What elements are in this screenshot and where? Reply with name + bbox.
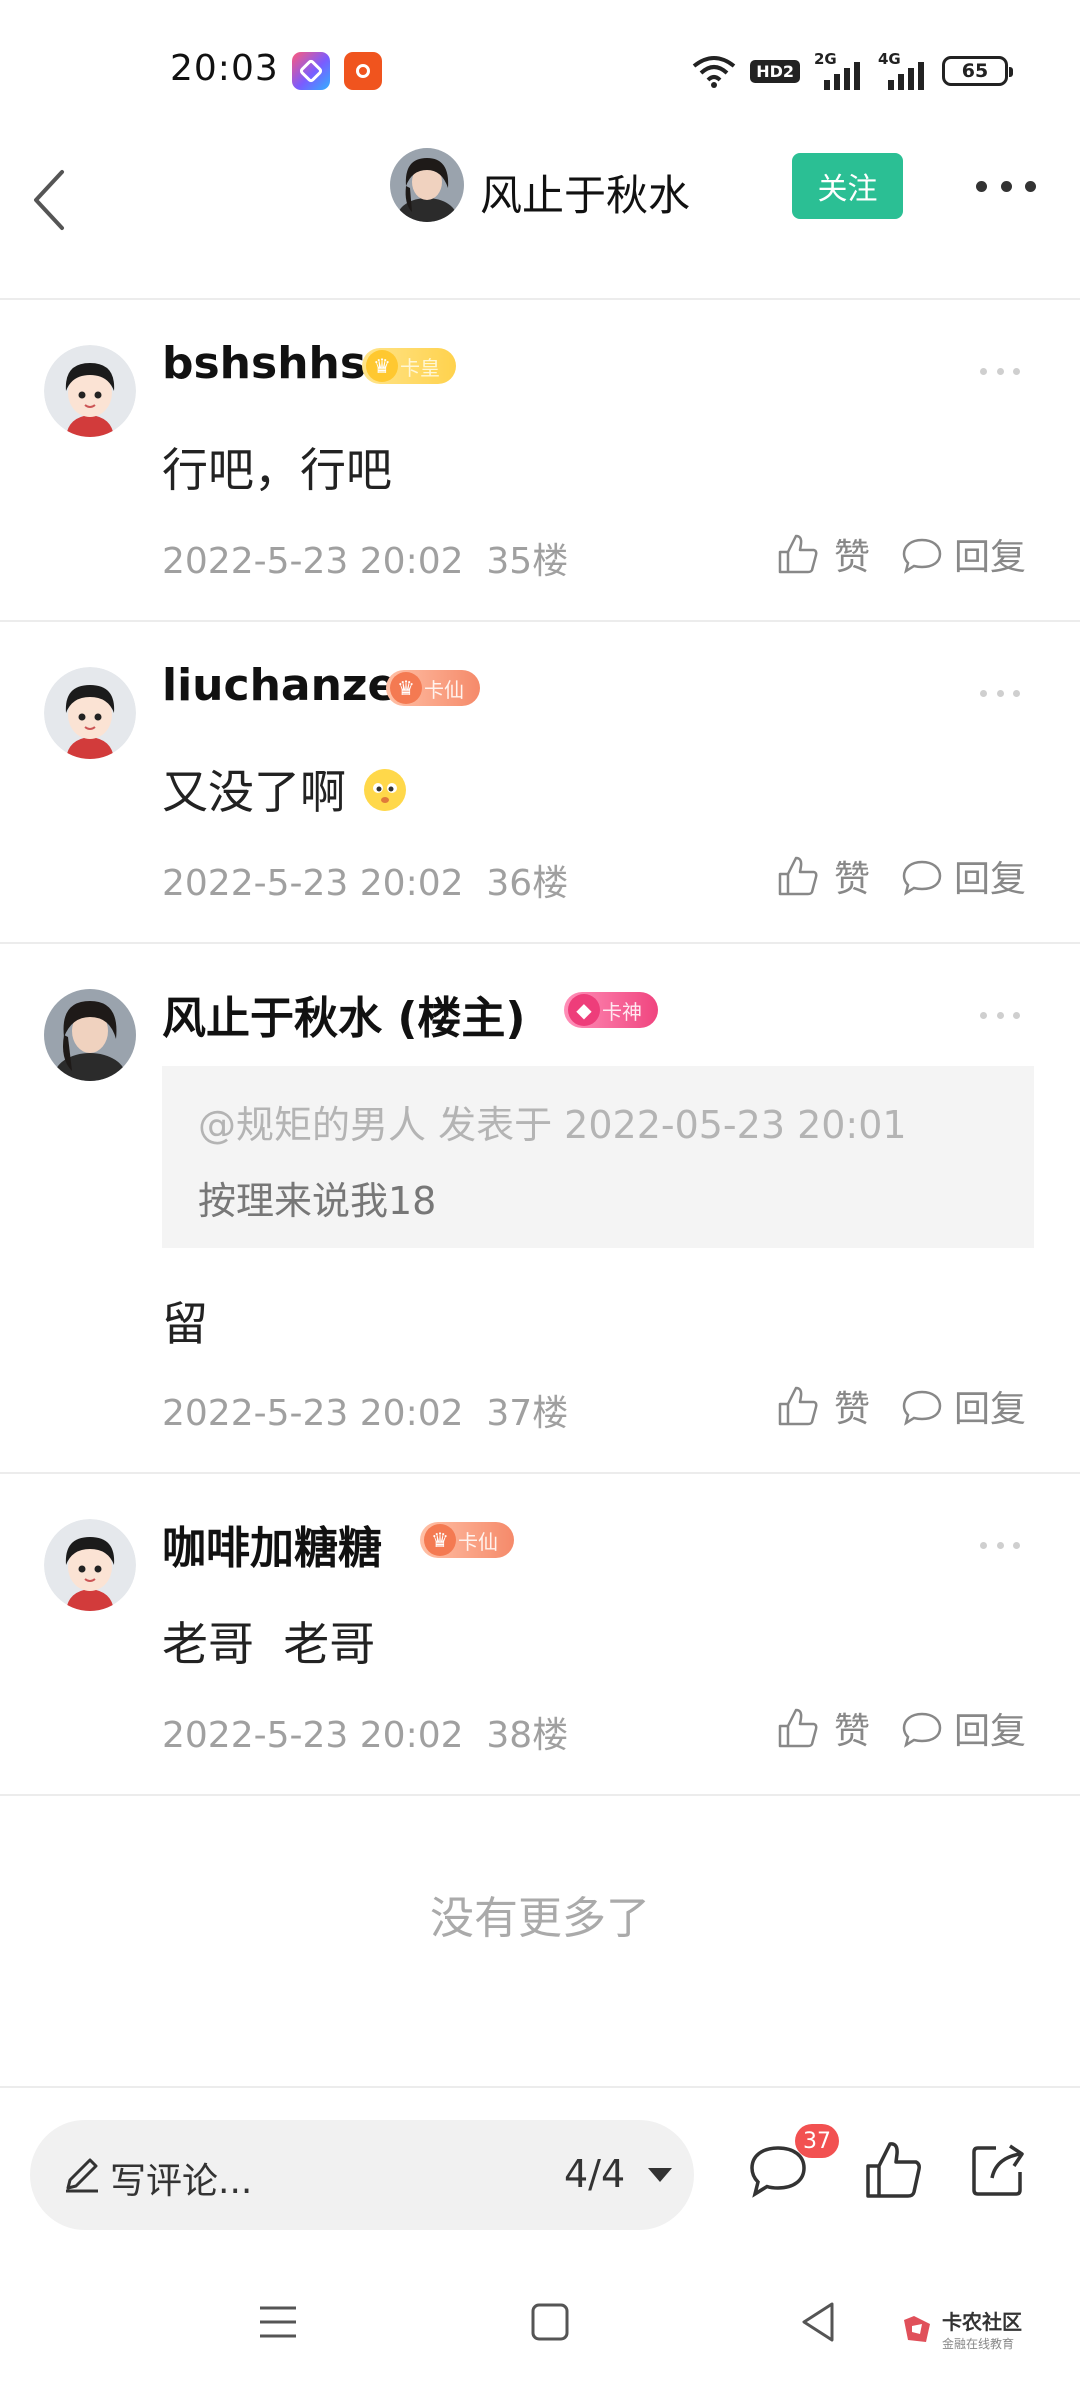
back-nav-icon[interactable] <box>798 2300 838 2344</box>
author-name[interactable]: 风止于秋水 <box>480 162 690 223</box>
bottom-action-bar: 写评论... 4/4 37 <box>0 2086 1080 2242</box>
hd-voice-icon: HD2 <box>750 59 800 83</box>
app-notification-icon <box>292 52 330 90</box>
comment-count-badge: 37 <box>795 2124 839 2158</box>
like-button[interactable]: 赞 <box>776 528 870 580</box>
like-post-button[interactable] <box>862 2138 926 2202</box>
comment-item: 咖啡加糖糖 ♛ 卡仙 老哥 老哥 2022-5-23 20:02 38楼 赞 回… <box>0 1474 1080 1796</box>
more-options-button[interactable] <box>976 174 1036 198</box>
comment-item: 风止于秋水 (楼主) ◆ 卡神 @规矩的男人 发表于 2022-05-23 20… <box>0 944 1080 1474</box>
chat-bubble-icon <box>902 538 942 574</box>
avatar[interactable] <box>44 345 136 437</box>
comment-meta: 2022-5-23 20:02 35楼 <box>162 532 568 584</box>
more-dot-icon <box>976 180 987 192</box>
diamond-icon: ◆ <box>568 994 600 1026</box>
thumbs-up-icon <box>778 534 818 574</box>
signal-2g-icon: 2G <box>814 50 864 90</box>
comment-username[interactable]: 风止于秋水 (楼主) <box>162 982 526 1046</box>
comment-text: 留 <box>162 1297 208 1351</box>
comment-more-button[interactable] <box>980 1542 1020 1552</box>
like-button[interactable]: 赞 <box>776 1380 870 1432</box>
level-badge: ♛ 卡皇 <box>362 348 456 384</box>
crown-icon: ♛ <box>424 1524 456 1556</box>
comment-more-button[interactable] <box>980 368 1020 378</box>
thumbs-up-icon <box>778 1386 818 1426</box>
comment-floor: 37楼 <box>486 1393 569 1434</box>
write-comment-input[interactable]: 写评论... 4/4 <box>30 2120 694 2230</box>
quoted-comment[interactable]: @规矩的男人 发表于 2022-05-23 20:01 按理来说我18 <box>162 1066 1034 1248</box>
comment-datetime: 2022-5-23 20:02 <box>162 863 464 904</box>
back-button[interactable] <box>22 158 92 238</box>
comment-datetime: 2022-5-23 20:02 <box>162 1715 464 1756</box>
comment-username[interactable]: 咖啡加糖糖 <box>162 1512 382 1576</box>
back-arrow-icon <box>34 170 64 230</box>
follow-button[interactable]: 关注 <box>792 153 903 219</box>
quote-header: @规矩的男人 发表于 2022-05-23 20:01 <box>198 1103 907 1147</box>
reply-button[interactable]: 回复 <box>900 1380 1026 1432</box>
comment-text: 行吧，行吧 <box>162 443 392 497</box>
share-button[interactable] <box>966 2138 1030 2202</box>
comment-floor: 35楼 <box>486 541 569 582</box>
kanong-logo-icon <box>904 2316 930 2342</box>
thread-header: 风止于秋水 关注 <box>0 140 1080 300</box>
system-nav-bar: 卡农社区 金融在线教育 <box>0 2242 1080 2400</box>
comment-username[interactable]: liuchanze <box>162 660 397 711</box>
quote-body: 按理来说我18 <box>198 1179 437 1223</box>
status-time: 20:03 <box>170 48 279 89</box>
comment-text: 又没了啊 <box>162 756 409 822</box>
thumbs-up-icon <box>778 1708 818 1748</box>
comment-item: liuchanze ♛ 卡仙 又没了啊 2022-5-23 20:02 36楼 … <box>0 622 1080 944</box>
end-of-list-text: 没有更多了 <box>430 1893 650 1944</box>
status-indicators: HD2 2G 4G 65 <box>692 50 1013 92</box>
comment-more-button[interactable] <box>980 690 1020 700</box>
reply-button[interactable]: 回复 <box>900 1702 1026 1754</box>
thumbs-up-icon <box>778 856 818 896</box>
comment-meta: 2022-5-23 20:02 36楼 <box>162 854 568 906</box>
emoji-icon <box>363 769 406 811</box>
dropdown-caret-icon[interactable] <box>648 2168 672 2182</box>
avatar[interactable] <box>44 989 136 1081</box>
crown-icon: ♛ <box>390 672 422 704</box>
comment-username[interactable]: bshshhs <box>162 338 366 389</box>
avatar[interactable] <box>44 1519 136 1611</box>
comment-more-button[interactable] <box>980 1012 1020 1022</box>
comment-item: bshshhs ♛ 卡皇 行吧，行吧 2022-5-23 20:02 35楼 赞… <box>0 300 1080 622</box>
comment-meta: 2022-5-23 20:02 38楼 <box>162 1706 568 1758</box>
battery-icon: 65 <box>942 56 1013 86</box>
reply-button[interactable]: 回复 <box>900 850 1026 902</box>
avatar[interactable] <box>44 667 136 759</box>
comment-placeholder: 写评论... <box>110 2161 253 2202</box>
like-button[interactable]: 赞 <box>776 850 870 902</box>
comment-floor: 36楼 <box>486 863 569 904</box>
crown-icon: ♛ <box>366 350 398 382</box>
pencil-icon <box>66 2158 98 2193</box>
like-button[interactable]: 赞 <box>776 1702 870 1754</box>
level-badge: ◆ 卡神 <box>564 992 658 1028</box>
comment-datetime: 2022-5-23 20:02 <box>162 541 464 582</box>
reply-button[interactable]: 回复 <box>900 528 1026 580</box>
watermark-logo: 卡农社区 金融在线教育 <box>900 2306 1022 2352</box>
comment-text: 老哥 老哥 <box>162 1617 376 1671</box>
chat-bubble-icon <box>902 1712 942 1748</box>
level-badge: ♛ 卡仙 <box>386 670 480 706</box>
home-nav-icon[interactable] <box>530 2302 570 2342</box>
author-avatar[interactable] <box>390 148 464 222</box>
menu-nav-icon[interactable] <box>258 2302 298 2342</box>
chat-bubble-icon <box>902 860 942 896</box>
signal-4g-icon: 4G <box>878 50 928 90</box>
chat-bubble-icon <box>902 1390 942 1426</box>
more-dot-icon <box>1000 180 1012 192</box>
level-badge: ♛ 卡仙 <box>420 1522 514 1558</box>
comment-floor: 38楼 <box>486 1715 569 1756</box>
more-dot-icon <box>1025 180 1036 192</box>
comment-meta: 2022-5-23 20:02 37楼 <box>162 1384 568 1436</box>
status-bar: 20:03 HD2 2G 4G 65 <box>0 0 1080 140</box>
page-indicator[interactable]: 4/4 <box>564 2152 625 2196</box>
comment-datetime: 2022-5-23 20:02 <box>162 1393 464 1434</box>
wifi-icon <box>692 56 736 88</box>
app-notification-icon <box>344 52 382 90</box>
